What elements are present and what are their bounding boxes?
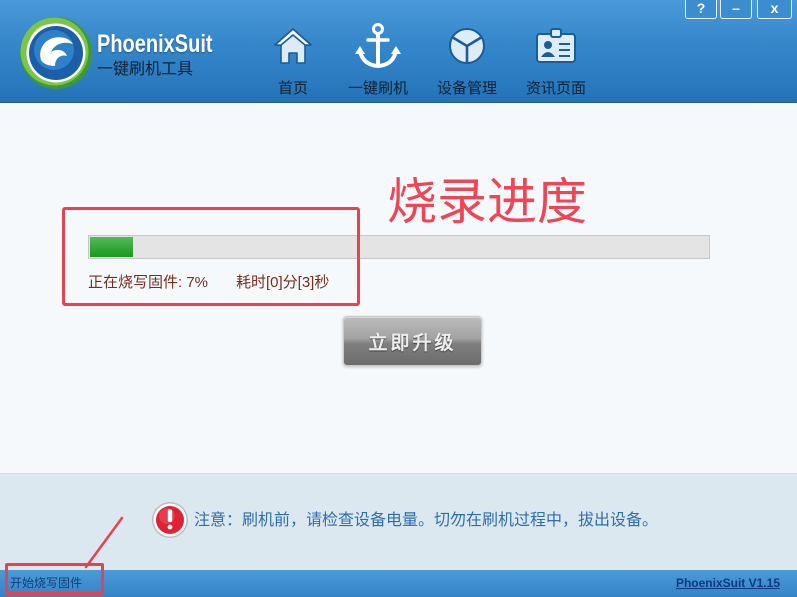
nav-item-info[interactable]: 资讯页面 — [516, 14, 596, 102]
nav-label-home: 首页 — [277, 80, 308, 97]
annotation-box-progress — [62, 207, 360, 306]
notice-text: 注意：刷机前，请检查设备电量。切勿在刷机过程中，拔出设备。 — [194, 512, 659, 529]
cube-icon — [427, 20, 507, 72]
phoenix-logo-icon — [19, 16, 93, 90]
nav-label-flash: 一键刷机 — [347, 80, 408, 97]
id-card-icon — [516, 20, 596, 72]
annotation-heading: 烧录进度 — [387, 174, 587, 230]
nav-label-info: 资讯页面 — [525, 80, 586, 97]
close-button[interactable]: x — [757, 0, 792, 19]
version-link[interactable]: PhoenixSuit V1.15 — [676, 576, 780, 591]
anchor-icon — [338, 20, 418, 72]
nav-label-device-manager: 设备管理 — [436, 80, 497, 97]
annotation-box-status — [5, 563, 104, 595]
nav-item-device-manager[interactable]: 设备管理 — [427, 14, 507, 102]
nav-item-flash[interactable]: 一键刷机 — [338, 14, 418, 102]
minimize-button[interactable]: – — [720, 0, 752, 19]
upgrade-now-button[interactable]: 立即升级 — [343, 316, 482, 366]
app-subtitle: 一键刷机工具 — [97, 61, 194, 78]
home-icon — [253, 20, 333, 72]
app-title: PhoenixSuit — [97, 30, 213, 58]
upgrade-now-label: 立即升级 — [368, 332, 457, 354]
nav-item-home[interactable]: 首页 — [253, 14, 333, 102]
warning-icon — [151, 501, 189, 539]
help-button[interactable]: ? — [685, 0, 717, 19]
